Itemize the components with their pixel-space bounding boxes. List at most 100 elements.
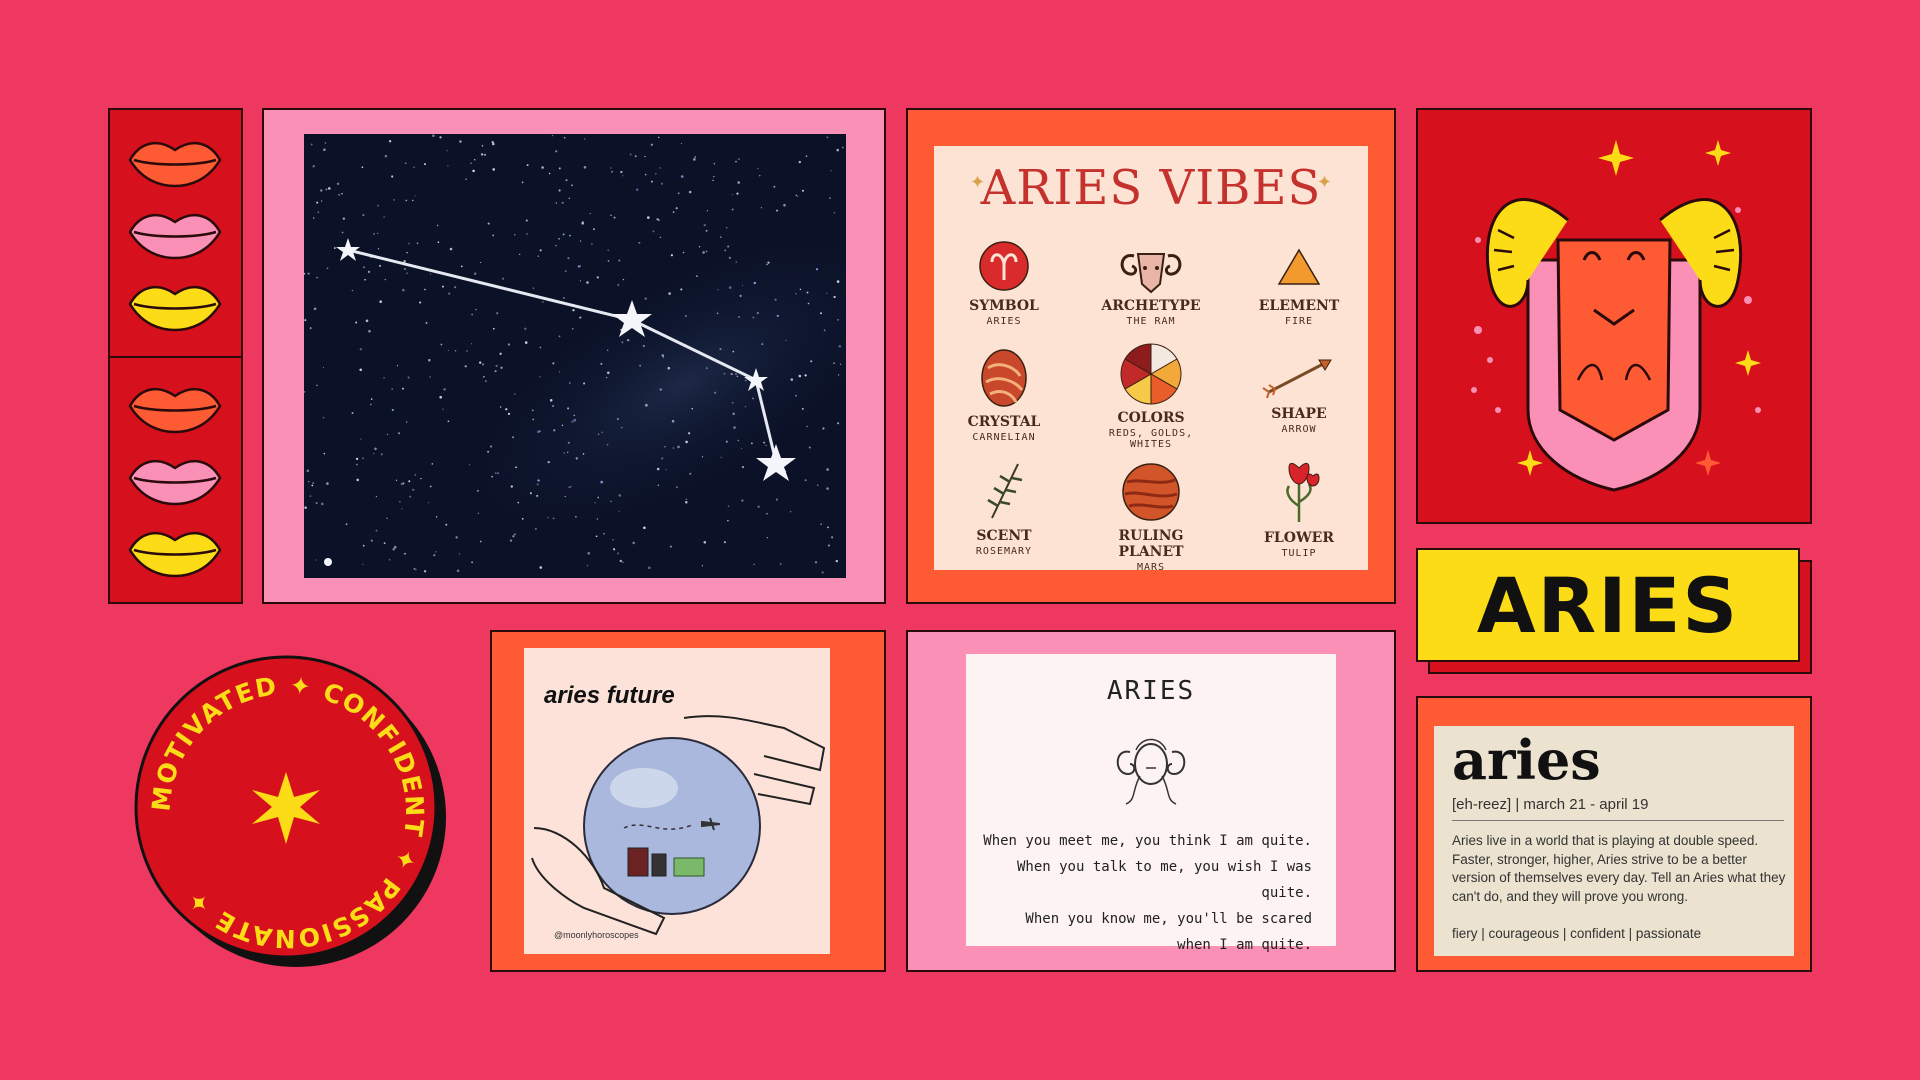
background-star [555, 150, 558, 153]
background-star [529, 492, 532, 495]
background-star [539, 346, 542, 349]
background-star [456, 569, 460, 573]
background-star [607, 349, 609, 351]
mars-planet-icon [1122, 463, 1180, 521]
background-star [362, 563, 364, 565]
background-star [616, 417, 620, 421]
crystal-icon [981, 349, 1027, 407]
poem-line: when I am quite. [1177, 937, 1312, 953]
background-star [407, 376, 410, 379]
background-star [717, 289, 719, 291]
background-star [618, 510, 620, 512]
background-star [558, 237, 560, 240]
background-star [669, 545, 672, 548]
lips-icon-2 [128, 213, 222, 260]
background-star [575, 515, 577, 518]
background-star [443, 388, 446, 391]
background-star [320, 200, 323, 202]
background-star [639, 364, 641, 367]
vibe-label: SHAPE [1271, 406, 1327, 422]
background-star [484, 153, 486, 156]
background-star [391, 408, 394, 412]
background-star [806, 291, 809, 294]
background-star [720, 456, 722, 458]
background-star [539, 249, 542, 252]
background-star [465, 178, 467, 180]
background-star [798, 160, 801, 164]
background-star [776, 314, 779, 317]
background-star [383, 376, 385, 379]
ram-illustration [1471, 140, 1761, 492]
background-star [753, 563, 755, 566]
background-star [839, 363, 842, 365]
background-star [571, 184, 574, 187]
background-star [480, 153, 484, 156]
background-star [336, 182, 340, 185]
background-star [312, 165, 315, 168]
background-star [620, 170, 623, 174]
background-star [477, 512, 480, 514]
background-star [402, 482, 405, 485]
background-star [558, 167, 561, 170]
background-star [820, 312, 822, 315]
vibe-sub: ROSEMARY [975, 546, 1033, 557]
background-star [606, 443, 609, 446]
background-star [736, 375, 739, 378]
background-star [801, 189, 805, 192]
background-star [610, 214, 612, 217]
background-star [538, 430, 541, 433]
vibe-sub: ARROW [1281, 424, 1317, 435]
background-star [316, 201, 319, 204]
vibe-shape: SHAPE ARROW [1234, 352, 1364, 435]
background-star [312, 217, 315, 219]
background-star [826, 468, 829, 471]
background-star [321, 502, 324, 506]
background-star [808, 446, 811, 449]
background-star [799, 288, 802, 291]
background-star [636, 188, 639, 191]
background-star [563, 297, 565, 299]
aries-future-meme: aries future @moonlyhoroscopes [524, 648, 830, 954]
definition-panel: aries [eh-reez] | march 21 - april 19 Ar… [1434, 726, 1794, 956]
background-star [304, 319, 307, 322]
background-star [468, 464, 471, 466]
aries-vibes-chart: ARIES VIBES ✦ ✦ SYMBOL ARIES ARCHETYPE T… [934, 146, 1368, 573]
background-star [638, 241, 641, 244]
background-star [447, 420, 450, 423]
background-star [712, 179, 714, 182]
background-star [466, 350, 468, 352]
lips-icon-6 [128, 531, 222, 578]
background-star [723, 541, 726, 544]
background-star [472, 169, 475, 173]
background-star [342, 217, 346, 220]
triangle-icon [1277, 248, 1321, 285]
background-star [432, 134, 435, 137]
background-star [597, 496, 600, 499]
background-star [521, 181, 524, 184]
background-star [558, 371, 561, 373]
sparkle-icon: ✦ [1316, 172, 1332, 193]
background-star [380, 453, 383, 456]
background-star [373, 452, 375, 455]
background-star [404, 162, 407, 164]
background-star [724, 249, 727, 252]
background-star [727, 245, 730, 248]
vibe-label: RULING PLANET [1118, 528, 1184, 560]
background-star [412, 199, 414, 202]
background-star [481, 363, 485, 366]
background-star [435, 516, 438, 518]
background-star [369, 403, 372, 406]
background-star [437, 241, 440, 244]
background-star [795, 194, 798, 197]
background-star [396, 365, 399, 367]
background-star [605, 376, 608, 379]
background-star [591, 243, 593, 245]
background-star [514, 393, 516, 395]
background-star [507, 412, 511, 416]
background-star [719, 348, 722, 351]
background-star [567, 441, 570, 444]
aries-future-card: aries future @moonlyhoroscopes [490, 630, 886, 972]
background-star [795, 293, 797, 295]
background-star [399, 500, 401, 503]
background-star [362, 213, 365, 217]
